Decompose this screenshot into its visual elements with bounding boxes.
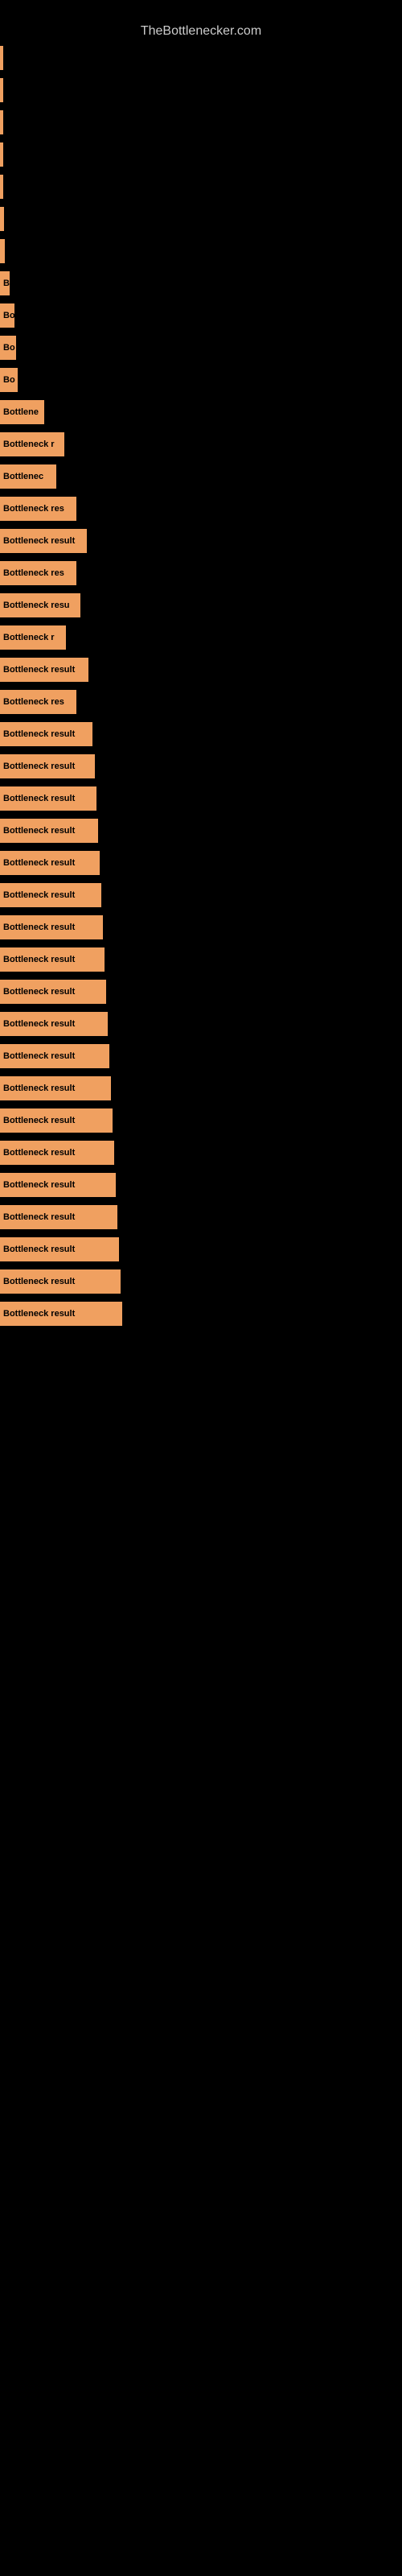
bar-row: B (0, 268, 402, 299)
bar-row: Bottleneck r (0, 622, 402, 653)
bar-row (0, 204, 402, 234)
site-title: TheBottlenecker.com (0, 16, 402, 43)
bar-row: Bo (0, 365, 402, 395)
bar-row (0, 75, 402, 105)
result-bar: Bottleneck result (0, 819, 98, 843)
bar-row: Bottleneck res (0, 687, 402, 717)
result-bar: Bottleneck result (0, 883, 101, 907)
bar-row: Bottleneck result (0, 1170, 402, 1200)
bar-row: Bo (0, 332, 402, 363)
result-bar: Bottleneck result (0, 1173, 116, 1197)
result-bar: Bottleneck result (0, 1269, 121, 1294)
result-bar: Bottleneck result (0, 980, 106, 1004)
result-bar: Bottleneck result (0, 1076, 111, 1100)
result-bar: Bo (0, 303, 14, 328)
result-bar (0, 46, 3, 70)
bar-row (0, 139, 402, 170)
bar-row: Bottleneck result (0, 526, 402, 556)
bar-row: Bottleneck result (0, 944, 402, 975)
result-bar: Bottleneck result (0, 1108, 113, 1133)
bar-row: Bottleneck result (0, 1105, 402, 1136)
bar-row: Bottlenec (0, 461, 402, 492)
bar-row: Bottlene (0, 397, 402, 427)
result-bar: Bottleneck result (0, 529, 87, 553)
bar-row (0, 236, 402, 266)
result-bar: Bottleneck res (0, 497, 76, 521)
bar-row (0, 43, 402, 73)
result-bar: Bottleneck result (0, 915, 103, 939)
result-bar: Bo (0, 336, 16, 360)
result-bar: Bottleneck result (0, 1302, 122, 1326)
bar-row: Bottleneck result (0, 1266, 402, 1297)
result-bar: Bottleneck r (0, 432, 64, 456)
bar-row (0, 107, 402, 138)
result-bar: Bottleneck result (0, 1012, 108, 1036)
result-bar: Bottleneck result (0, 851, 100, 875)
bar-row: Bottleneck result (0, 912, 402, 943)
result-bar (0, 175, 3, 199)
bar-row: Bottleneck result (0, 1298, 402, 1329)
result-bar: B (0, 271, 10, 295)
result-bar (0, 142, 3, 167)
result-bar: Bottlenec (0, 464, 56, 489)
bar-row: Bottleneck result (0, 719, 402, 749)
result-bar: Bottleneck result (0, 722, 92, 746)
result-bar: Bottleneck result (0, 1237, 119, 1261)
result-bar: Bottleneck result (0, 658, 88, 682)
result-bar: Bottleneck result (0, 947, 105, 972)
bar-row: Bottleneck result (0, 976, 402, 1007)
result-bar: Bottleneck resu (0, 593, 80, 617)
bar-row: Bottleneck result (0, 1202, 402, 1232)
bar-row: Bottleneck result (0, 1073, 402, 1104)
bar-row: Bottleneck result (0, 654, 402, 685)
bar-row: Bottleneck resu (0, 590, 402, 621)
result-bar: Bottleneck r (0, 625, 66, 650)
bar-row: Bottleneck result (0, 848, 402, 878)
bar-row: Bo (0, 300, 402, 331)
result-bar (0, 78, 3, 102)
bar-row: Bottleneck result (0, 783, 402, 814)
bar-row: Bottleneck res (0, 558, 402, 588)
result-bar: Bottleneck result (0, 786, 96, 811)
bar-row: Bottleneck r (0, 429, 402, 460)
result-bar: Bo (0, 368, 18, 392)
bar-row (0, 171, 402, 202)
result-bar: Bottleneck res (0, 561, 76, 585)
bar-row: Bottleneck result (0, 1137, 402, 1168)
chart-area: TheBottlenecker.com B Bo Bo Bo Bottlene Bottl… (0, 0, 402, 1329)
bar-row: Bottleneck result (0, 815, 402, 846)
bar-row: Bottleneck result (0, 751, 402, 782)
result-bar: Bottleneck result (0, 1141, 114, 1165)
result-bar: Bottleneck result (0, 1205, 117, 1229)
bar-row: Bottleneck result (0, 880, 402, 910)
bar-row: Bottleneck res (0, 493, 402, 524)
result-bar (0, 239, 5, 263)
result-bar (0, 110, 3, 134)
bar-row: Bottleneck result (0, 1041, 402, 1071)
bar-row: Bottleneck result (0, 1234, 402, 1265)
result-bar: Bottlene (0, 400, 44, 424)
result-bar: Bottleneck result (0, 1044, 109, 1068)
bars-container: B Bo Bo Bo Bottlene Bottleneck r Bottlenec Bott… (0, 43, 402, 1329)
bar-row: Bottleneck result (0, 1009, 402, 1039)
result-bar (0, 207, 4, 231)
result-bar: Bottleneck res (0, 690, 76, 714)
result-bar: Bottleneck result (0, 754, 95, 778)
